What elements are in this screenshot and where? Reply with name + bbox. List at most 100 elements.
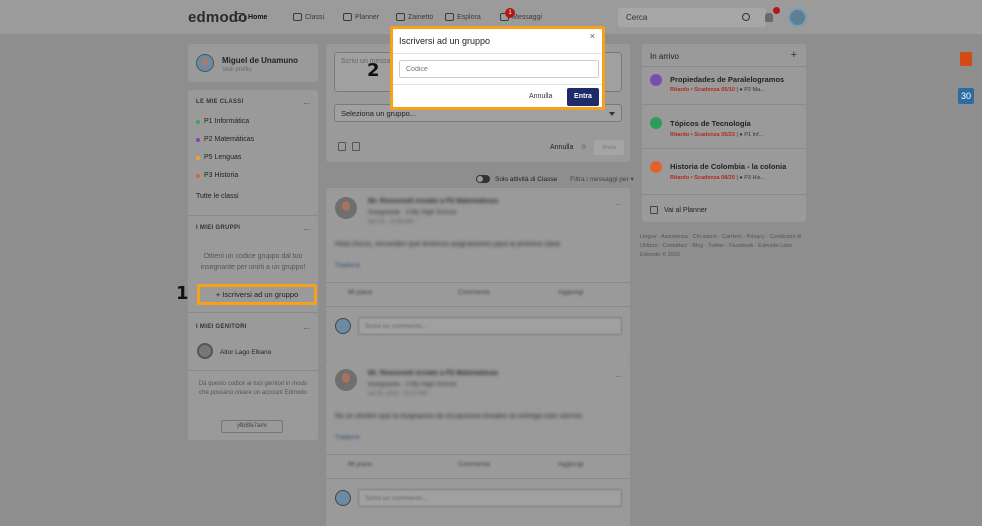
nav-planner-label: Planner [355,13,380,21]
post-actions: Mi piace Commenta Aggiungi [326,457,630,475]
comment-button[interactable]: Commenta [458,289,490,296]
post-author[interactable]: Mr. Roosevelt inviato a P2 Matemáticas [368,198,498,205]
class-item[interactable]: P5 Lenguas [196,154,241,161]
profile-link[interactable]: Vedi profilo [222,67,252,73]
classes-more-icon[interactable]: ... [303,97,310,106]
parents-more-icon[interactable]: ... [303,322,310,331]
step-marker-1: 1 [176,283,189,304]
messages-badge: 1 [505,8,515,18]
class-label: P5 Lenguas [204,154,242,161]
add-button[interactable]: Aggiungi [558,461,583,468]
post-author-avatar[interactable] [335,369,357,391]
assignment-icon [650,74,662,86]
feed-filter-row: Solo attività di Classe Filtra i messagg… [476,175,634,183]
post-more-icon[interactable]: ... [615,370,622,379]
class-only-label: Solo attività di Classe [495,175,558,183]
notifications-icon[interactable] [765,13,773,22]
class-color-dot [196,119,200,124]
composer-cancel-button[interactable]: Annulla [550,144,573,151]
enter-button[interactable]: Entra [567,88,599,106]
divider [642,194,806,195]
post-body: No se olviden que la Asignación de ecuac… [335,413,584,420]
nav-planner[interactable]: Planner [343,13,379,21]
like-button[interactable]: Mi piace [348,461,372,468]
task-name[interactable]: Tópicos de Tecnología [670,119,751,128]
post-time: set 25, 2019 · 12:14 PM · [368,391,431,397]
post-body: Hola chicos, recuerden que tenemos asign… [335,241,561,248]
divider [642,104,806,105]
class-color-dot [196,137,200,142]
comment-button[interactable]: Commenta [458,461,490,468]
send-button[interactable]: Invia [594,140,624,155]
comment-input[interactable]: Scrivi un commento... [358,489,622,507]
class-only-toggle[interactable] [476,175,490,183]
class-item[interactable]: P1 Informática [196,118,249,125]
home-icon [236,13,245,21]
group-code-input[interactable] [399,60,599,78]
class-item[interactable]: P2 Matemáticas [196,136,254,143]
post-actions: Mi piace Commenta Aggiungi [326,285,630,303]
task-class: P2 Ma... [744,87,765,93]
nav-zainetto[interactable]: Zainetto [396,13,433,21]
class-item[interactable]: P3 Historia [196,172,238,179]
divider [188,370,318,371]
search-icon[interactable] [742,13,750,21]
parent-avatar[interactable] [197,343,213,359]
task-class: P3 His... [744,175,766,181]
character-count: 0 [582,144,586,151]
parent-name[interactable]: Aitor Lago Elkano [220,349,271,356]
close-icon[interactable]: × [590,31,595,41]
all-classes-link[interactable]: Tutte le classi [196,193,239,200]
join-group-dialog: Iscriversi ad un gruppo × Annulla Entra [390,26,605,110]
footer-links: Lingue · Assistenza · Chi siamo · Carrie… [640,233,810,260]
group-select-label: Seleziona un gruppo... [341,109,417,118]
comment-input[interactable]: Scrivi un commento... [358,317,622,335]
class-label: P2 Matemáticas [204,136,255,143]
nav-home[interactable]: Home [236,13,267,21]
classes-section-title: LE MIE CLASSI [196,99,244,105]
add-button[interactable]: Aggiungi [558,289,583,296]
parents-hint: Dà questo codice ai tuoi genitori in mod… [198,381,308,396]
profile-card: Miguel de Unamuno Vedi profilo [188,44,318,82]
user-avatar-menu[interactable] [788,8,807,27]
my-classes-card: LE MIE CLASSI ... P1 Informática P2 Mate… [188,90,318,216]
divider [326,478,630,479]
planner-icon [343,13,352,21]
planner-link[interactable]: Vai al Planner [650,206,707,214]
like-button[interactable]: Mi piace [348,289,372,296]
profile-avatar[interactable] [196,54,214,72]
nav-classi[interactable]: Classi [293,13,324,21]
task-status: Ritardo • Scadenza 05/23 [670,132,735,138]
post-author[interactable]: Mr. Roosevelt inviato a P2 Matemáticas [368,370,498,377]
feed-post: Mr. Roosevelt inviato a P2 Matemáticas I… [326,360,630,526]
task-meta: Ritardo • Scadenza 08/20 | ● P3 His... [670,175,766,181]
assignment-icon [650,117,662,129]
nav-esplora[interactable]: Esplora [445,13,481,21]
filter-messages-dropdown[interactable]: Filtra i messaggi per ▾ [570,175,634,183]
attach-library-icon[interactable] [352,142,360,151]
translate-link[interactable]: Tradurre [335,262,360,269]
post-more-icon[interactable]: ... [615,198,622,207]
footer-text[interactable]: Lingue · Assistenza · Chi siamo · Carrie… [640,233,810,251]
translate-link[interactable]: Tradurre [335,434,360,441]
backpack-icon [396,13,405,21]
office-icon[interactable] [960,52,972,66]
join-group-button[interactable]: + Iscriversi ad un gruppo [197,284,317,305]
task-meta: Ritardo • Scadenza 05/10 | ● P2 Ma... [670,87,765,93]
add-icon[interactable]: + [791,49,797,61]
groups-more-icon[interactable]: ... [303,223,310,232]
task-name[interactable]: Historia de Colombia - la colonia [670,162,786,171]
task-name[interactable]: Propiedades de Paralelogramos [670,75,784,84]
divider [326,454,630,455]
post-author-avatar[interactable] [335,197,357,219]
class-label: P3 Historia [204,172,239,179]
task-status: Ritardo • Scadenza 08/20 [670,175,735,181]
dialog-cancel-button[interactable]: Annulla [529,93,552,100]
calendar-icon[interactable]: 30 [958,88,974,104]
nav-messaggi-label: Messaggi [512,13,542,21]
task-meta: Ritardo • Scadenza 05/23 | ● P1 Inf... [670,132,764,138]
attach-file-icon[interactable] [338,142,346,151]
explore-icon [445,13,454,21]
profile-name[interactable]: Miguel de Unamuno [222,56,298,65]
parents-section-title: I MIEI GENITORI [196,324,247,330]
